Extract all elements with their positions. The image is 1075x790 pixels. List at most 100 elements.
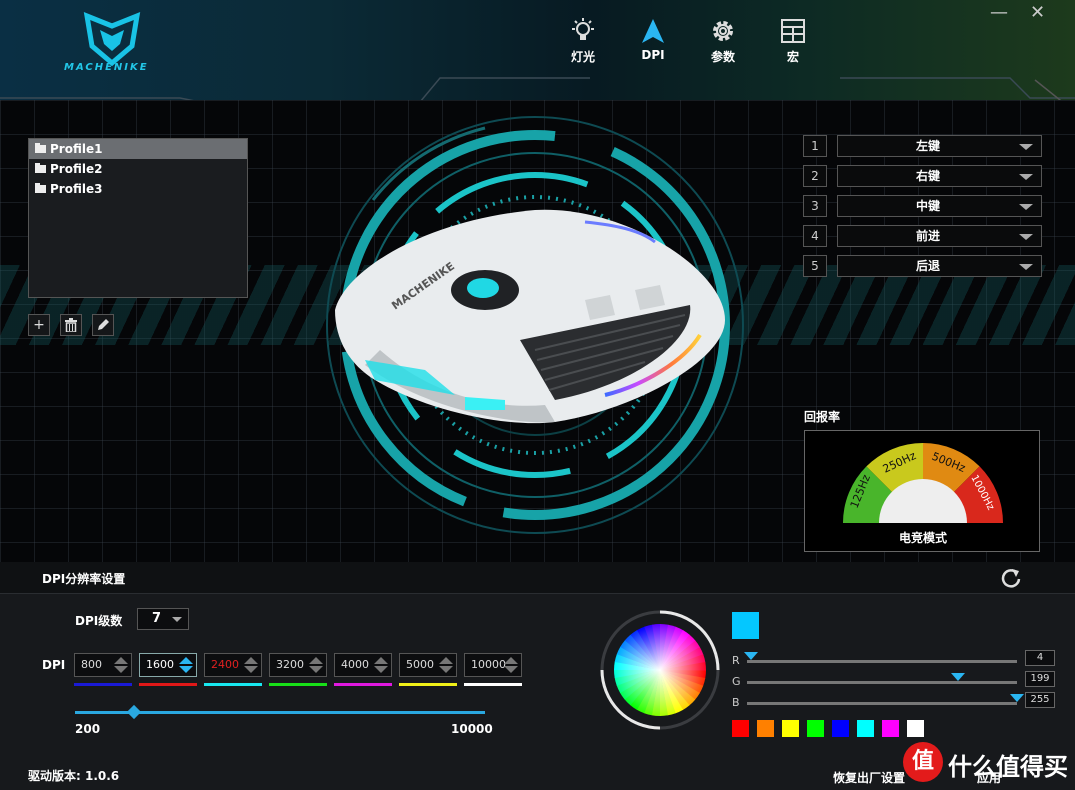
dpi-stage-color-bar <box>399 683 457 686</box>
dpi-slider-min: 200 <box>75 722 101 736</box>
dpi-level-label: DPI级数 <box>75 614 123 628</box>
color-wheel[interactable] <box>600 610 720 730</box>
button-assign-select-3[interactable]: 中键 <box>837 195 1042 217</box>
palette-swatch-2[interactable] <box>757 720 774 737</box>
profile-item-label: Profile2 <box>50 162 103 176</box>
nav-lighting[interactable]: 灯光 <box>548 18 618 65</box>
profile-item-1[interactable]: Profile1 <box>29 139 247 159</box>
palette-swatch-5[interactable] <box>832 720 849 737</box>
dpi-stage-input-5[interactable]: 4000 <box>334 653 392 677</box>
minimize-button[interactable]: — <box>990 2 1008 23</box>
spin-down-icon[interactable] <box>374 666 388 673</box>
nav-dpi[interactable]: DPI <box>618 18 688 65</box>
dpi-stage-input-7[interactable]: 10000 <box>464 653 522 677</box>
dpi-slider-max: 10000 <box>451 722 493 736</box>
profile-item-label: Profile1 <box>50 142 103 156</box>
blue-value-input[interactable]: 255 <box>1025 692 1055 708</box>
add-profile-button[interactable]: + <box>28 314 50 336</box>
dpi-row-label: DPI <box>42 658 66 672</box>
blue-slider-thumb[interactable] <box>1010 694 1024 702</box>
chevron-down-icon <box>1019 264 1033 270</box>
edit-profile-button[interactable] <box>92 314 114 336</box>
header-bar: MACHENIKE 灯光 DPI 参数 宏 — ✕ <box>0 0 1075 100</box>
palette-swatch-4[interactable] <box>807 720 824 737</box>
red-label: R <box>732 654 740 667</box>
dpi-stage-input-6[interactable]: 5000 <box>399 653 457 677</box>
spin-down-icon[interactable] <box>179 666 193 673</box>
spin-up-icon[interactable] <box>439 657 453 664</box>
bulb-icon <box>572 18 594 40</box>
nav-macro[interactable]: 宏 <box>758 18 828 65</box>
delete-profile-button[interactable] <box>60 314 82 336</box>
spin-down-icon[interactable] <box>114 666 128 673</box>
dpi-stage-color-bar <box>334 683 392 686</box>
dpi-stage-input-2[interactable]: 1600 <box>139 653 197 677</box>
dpi-panel: DPI分辨率设置 DPI级数 7 DPI 800 1600 2400 3200 4000… <box>0 562 1075 790</box>
button-assign-select-2[interactable]: 右键 <box>837 165 1042 187</box>
dpi-stage-input-4[interactable]: 3200 <box>269 653 327 677</box>
dpi-stage-input-1[interactable]: 800 <box>74 653 132 677</box>
close-button[interactable]: ✕ <box>1030 2 1045 23</box>
profile-list: Profile1 Profile2 Profile3 <box>28 138 248 298</box>
refresh-icon[interactable] <box>1000 567 1022 589</box>
dpi-slider[interactable] <box>75 704 485 720</box>
nav-dpi-label: DPI <box>641 48 665 62</box>
button-number: 3 <box>803 195 827 217</box>
palette-swatch-3[interactable] <box>782 720 799 737</box>
folder-icon <box>35 183 46 193</box>
color-palette <box>732 720 924 737</box>
spin-up-icon[interactable] <box>114 657 128 664</box>
top-nav: 灯光 DPI 参数 宏 <box>548 18 828 65</box>
dpi-stage-value: 1600 <box>146 658 174 671</box>
dpi-slider-thumb[interactable] <box>126 704 141 720</box>
spin-down-icon[interactable] <box>439 666 453 673</box>
driver-version: 驱动版本: 1.0.6 <box>28 769 120 783</box>
button-assign-select-4[interactable]: 前进 <box>837 225 1042 247</box>
dpi-level-value: 7 <box>152 611 162 626</box>
red-slider[interactable] <box>744 652 1017 663</box>
dpi-stage-value: 800 <box>81 658 102 671</box>
dpi-section-title: DPI分辨率设置 <box>42 572 126 586</box>
palette-swatch-1[interactable] <box>732 720 749 737</box>
spin-down-icon[interactable] <box>309 666 323 673</box>
dpi-stage-input-3[interactable]: 2400 <box>204 653 262 677</box>
nav-lighting-label: 灯光 <box>570 50 595 64</box>
polling-rate-gauge: 125Hz 250Hz 500Hz 1000Hz <box>843 442 1003 523</box>
spin-down-icon[interactable] <box>504 666 518 673</box>
spin-up-icon[interactable] <box>309 657 323 664</box>
dpi-stage-color-bar <box>204 683 262 686</box>
factory-reset-button[interactable]: 恢复出厂设置 <box>833 769 905 786</box>
green-slider-thumb[interactable] <box>950 673 965 681</box>
chevron-down-icon <box>172 617 182 622</box>
dpi-stage-value: 5000 <box>406 658 434 671</box>
watermark-logo: 值 <box>903 742 943 782</box>
dpi-level-select[interactable]: 7 <box>137 608 189 630</box>
nav-params[interactable]: 参数 <box>688 18 758 65</box>
button-assign-value: 左键 <box>915 139 940 153</box>
button-assign-select-5[interactable]: 后退 <box>837 255 1042 277</box>
dpi-stage-color-bar <box>464 683 522 686</box>
spin-up-icon[interactable] <box>179 657 193 664</box>
palette-swatch-6[interactable] <box>857 720 874 737</box>
green-slider[interactable] <box>747 673 1017 684</box>
spin-up-icon[interactable] <box>244 657 258 664</box>
spin-up-icon[interactable] <box>504 657 518 664</box>
spin-up-icon[interactable] <box>374 657 388 664</box>
current-color-swatch[interactable] <box>732 612 759 639</box>
polling-rate-title: 回报率 <box>804 410 841 424</box>
dpi-stage-value: 10000 <box>471 658 506 671</box>
blue-slider[interactable] <box>747 694 1024 705</box>
logo-text: MACHENIKE <box>64 62 149 73</box>
red-slider-thumb[interactable] <box>744 652 759 660</box>
red-value-input[interactable]: 4 <box>1025 650 1055 666</box>
green-value-input[interactable]: 199 <box>1025 671 1055 687</box>
button-assign-value: 中键 <box>915 199 940 213</box>
spin-down-icon[interactable] <box>244 666 258 673</box>
profile-item-2[interactable]: Profile2 <box>29 159 247 179</box>
palette-swatch-8[interactable] <box>907 720 924 737</box>
palette-swatch-7[interactable] <box>882 720 899 737</box>
dpi-stage-value: 2400 <box>211 658 239 671</box>
button-assign-value: 前进 <box>915 229 940 243</box>
button-assign-select-1[interactable]: 左键 <box>837 135 1042 157</box>
profile-item-3[interactable]: Profile3 <box>29 179 247 199</box>
